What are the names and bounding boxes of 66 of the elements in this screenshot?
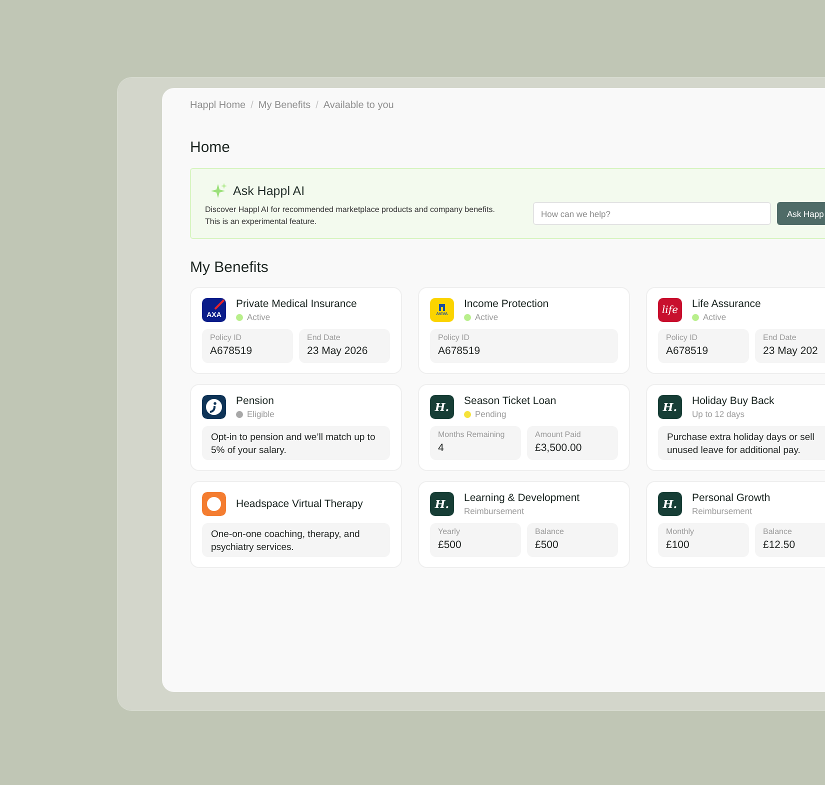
field-value: £3,500.00	[535, 442, 583, 454]
life-logo: life	[658, 298, 682, 322]
circle-logo-icon	[202, 492, 226, 516]
h-logo: H.	[430, 492, 454, 516]
section-title: My Benefits	[190, 259, 270, 276]
h-logo: H.	[658, 492, 682, 516]
status-label: Active	[475, 312, 498, 322]
benefit-title: Private Medical Insurance	[236, 298, 357, 310]
benefit-card[interactable]: H. Personal Growth Reimbursement Monthly £100 Balance £12.50	[646, 481, 825, 568]
field-value: 23 May 202	[763, 345, 819, 357]
benefit-card[interactable]: H. Season Ticket Loan Pending Months Remaining 4 Amount Paid £3,500.00	[418, 384, 630, 471]
benefit-description: Opt-in to pension and we’ll match up to 5% of your salary.	[202, 426, 390, 460]
field-value: £500	[438, 539, 462, 551]
status-label: Eligible	[247, 409, 274, 419]
field-label: Yearly	[438, 527, 461, 536]
field-label: Months Remaining	[438, 430, 506, 439]
person-logo-icon	[202, 395, 226, 419]
field-value: A678519	[438, 345, 482, 357]
field-label: Monthly	[666, 527, 696, 536]
benefit-card[interactable]: Pension Eligible Opt-in to pension and we’ll match up to 5% of your salary.	[190, 384, 402, 471]
status-label: Pending	[475, 409, 506, 419]
field-value: £100	[666, 539, 690, 551]
benefit-card[interactable]: Headspace Virtual Therapy One-on-one coaching, therapy, and psychiatry services.	[190, 481, 402, 568]
benefit-title: Pension	[236, 395, 274, 407]
field-value: 23 May 2026	[307, 345, 369, 357]
benefit-description: One-on-one coaching, therapy, and psychiatry services.	[202, 523, 390, 557]
breadcrumb-separator: /	[250, 100, 254, 111]
status-label: Active	[703, 312, 726, 322]
status-label: Active	[247, 312, 270, 322]
field-label: End Date	[307, 333, 342, 342]
ai-panel-title: Ask Happl AI	[233, 184, 305, 198]
ask-button[interactable]: Ask Happ	[777, 202, 825, 225]
field-label: Balance	[535, 527, 565, 536]
benefit-description: Purchase extra holiday days or sell unused leave for additional pay.	[658, 426, 825, 460]
slash-icon	[214, 299, 225, 310]
field-label: Policy ID	[666, 333, 699, 342]
field-label: Amount Paid	[535, 430, 582, 439]
h-logo: H.	[658, 395, 682, 419]
sparkle-icon	[209, 182, 227, 199]
benefit-card[interactable]: H. Learning & Development Reimbursement Yearly £500 Balance £500	[418, 481, 630, 568]
field-label: Policy ID	[438, 333, 471, 342]
question-input-field[interactable]: How can we help?	[533, 202, 771, 225]
ai-description: Discover Happl AI for recommended marketplace products and company benefits. This is an experimental feature.	[205, 204, 496, 228]
benefit-title: Holiday Buy Back	[692, 395, 774, 407]
benefit-title: Learning & Development	[464, 492, 580, 504]
benefit-title: Personal Growth	[692, 492, 770, 504]
field-value: A678519	[210, 345, 254, 357]
benefit-title: Season Ticket Loan	[464, 395, 556, 407]
benefit-subtitle: Up to 12 days	[692, 409, 746, 419]
field-value: £500	[535, 539, 560, 551]
benefit-card[interactable]: life Life Assurance Active Policy ID A678519 End Date 23 May 202	[646, 287, 825, 374]
benefit-subtitle: Reimbursement	[692, 506, 753, 516]
benefit-title: Headspace Virtual Therapy	[236, 498, 363, 510]
field-label: End Date	[763, 333, 798, 342]
field-label: Balance	[763, 527, 793, 536]
h-logo: H.	[430, 395, 454, 419]
benefit-subtitle: Reimbursement	[464, 506, 525, 516]
benefit-title: Life Assurance	[692, 298, 761, 310]
field-label: Policy ID	[210, 333, 243, 342]
benefit-title: Income Protection	[464, 298, 549, 310]
breadcrumb-separator: /	[316, 100, 318, 111]
page-title: Home	[190, 139, 232, 156]
field-value: 4	[438, 442, 445, 454]
field-value: A678519	[666, 345, 710, 357]
field-value: £12.50	[763, 539, 796, 551]
benefit-card[interactable]: H. Holiday Buy Back Up to 12 days Purchase extra holiday days or sell unused leave for additional pay.	[646, 384, 825, 471]
